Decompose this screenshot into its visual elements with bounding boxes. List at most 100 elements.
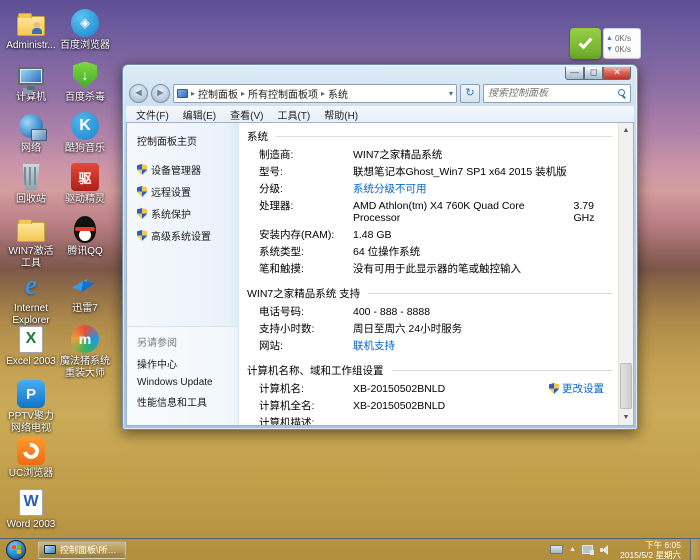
desktop-icon-driver-genius[interactable]: 驱 驱动精灵 — [59, 162, 111, 206]
row-label: 型号: — [259, 166, 353, 178]
net-speed-widget[interactable]: ▲0K/s ▼0K/s — [570, 28, 641, 59]
sidebar-remote-settings[interactable]: 远程设置 — [137, 184, 238, 199]
row-value: 64 位操作系统 — [353, 246, 420, 258]
desktop-icon-mofazhu[interactable]: m 魔法猪系统重装大师 — [59, 324, 111, 380]
ime-icon[interactable] — [550, 545, 563, 554]
desktop-icon-computer[interactable]: 计算机 — [5, 60, 57, 104]
desktop-icon-baidu-browser[interactable]: ◈ 百度浏览器 — [59, 8, 111, 52]
icon-label: 回收站 — [5, 194, 57, 206]
breadcrumb-system[interactable]: 系统 — [328, 86, 348, 101]
pptv-p-icon: P — [16, 379, 46, 409]
icon-label: WIN7激活工具 — [5, 246, 57, 270]
show-hidden-icons-button[interactable]: ▲ — [569, 546, 576, 553]
sidebar-device-manager[interactable]: 设备管理器 — [137, 162, 238, 177]
taskbar-button-control-panel[interactable]: 控制面板\所有控... — [38, 541, 126, 559]
row-label: 系统类型: — [259, 246, 353, 258]
icon-label: 酷狗音乐 — [59, 143, 111, 155]
change-settings-link[interactable]: 更改设置 — [549, 381, 604, 396]
processor-name: AMD Athlon(tm) X4 760K Quad Core Process… — [353, 200, 546, 224]
scrollbar-thumb[interactable] — [620, 363, 632, 409]
download-arrow-icon: ▼ — [606, 44, 613, 55]
desktop-icon-recycle-bin[interactable]: 回收站 — [5, 162, 57, 206]
desktop-icon-administrator[interactable]: Administr... — [5, 8, 57, 52]
sidebar-advanced-settings[interactable]: 高级系统设置 — [137, 228, 238, 243]
row-label: 计算机名: — [259, 383, 353, 395]
change-settings-label: 更改设置 — [562, 381, 604, 396]
desktop-icon-uc-browser[interactable]: UC浏览器 — [5, 436, 57, 480]
word-icon: W — [16, 487, 46, 517]
desktop-icon-internet-explorer[interactable]: e Internet Explorer — [5, 271, 57, 327]
driver-genius-icon: 驱 — [70, 162, 100, 192]
sidebar-item-label: 高级系统设置 — [151, 228, 211, 243]
search-input[interactable] — [488, 88, 618, 99]
sidebar-action-center[interactable]: 操作中心 — [137, 356, 238, 371]
row-label: 安装内存(RAM): — [259, 229, 353, 241]
row-value: 没有可用于此显示器的笔或触控输入 — [353, 263, 521, 275]
desktop-icon-word-2003[interactable]: W Word 2003 — [5, 487, 57, 531]
mofazhu-m-icon: m — [70, 324, 100, 354]
desktop-icon-baidu-antivirus[interactable]: ↓ 百度杀毒 — [59, 60, 111, 104]
breadcrumb-dropdown-icon[interactable]: ▾ — [449, 89, 453, 98]
close-button[interactable]: ✕ — [603, 67, 631, 80]
menu-help[interactable]: 帮助(H) — [324, 107, 358, 122]
chevron-icon: ▸ — [241, 89, 245, 98]
sidebar-performance-tools[interactable]: 性能信息和工具 — [137, 394, 238, 409]
window-icon — [44, 545, 56, 554]
volume-icon[interactable] — [600, 545, 611, 555]
menu-edit[interactable]: 编辑(E) — [183, 107, 216, 122]
desktop-icon-kugou-music[interactable]: K 酷狗音乐 — [59, 111, 111, 155]
recycle-bin-icon — [16, 162, 46, 192]
menu-file[interactable]: 文件(F) — [136, 107, 169, 122]
navigation-bar: ◄ ► ▸ 控制面板 ▸ 所有控制面板项 ▸ 系统 ▾ ↻ — [123, 81, 637, 105]
network-tray-icon[interactable] — [582, 545, 594, 555]
chevron-icon: ▸ — [321, 89, 325, 98]
desktop-icon-win7-activator[interactable]: WIN7激活工具 — [5, 214, 57, 270]
security-check-icon[interactable] — [570, 28, 601, 59]
system-window: — ◻ ✕ ◄ ► ▸ 控制面板 ▸ 所有控制面板项 ▸ 系统 ▾ ↻ 文件(F… — [122, 64, 638, 430]
desktop-icon-tencent-qq[interactable]: 腾讯QQ — [59, 214, 111, 258]
clock-time: 下午 6:05 — [620, 540, 681, 550]
breadcrumb-control-panel[interactable]: 控制面板 — [198, 86, 238, 101]
online-support-link[interactable]: 联机支持 — [353, 340, 395, 352]
icon-label: 腾讯QQ — [59, 246, 111, 258]
tray-clock[interactable]: 下午 6:05 2015/5/2 星期六 — [617, 540, 684, 560]
menu-tools[interactable]: 工具(T) — [277, 107, 310, 122]
minimize-button[interactable]: — — [565, 67, 584, 80]
rating-unavailable-link[interactable]: 系统分级不可用 — [353, 183, 427, 195]
breadcrumb-all-items[interactable]: 所有控制面板项 — [248, 86, 318, 101]
row-label: 网站: — [259, 340, 353, 352]
start-button[interactable] — [6, 540, 26, 560]
desktop-icon-thunder7[interactable]: 迅雷7 — [59, 271, 111, 315]
sidebar-windows-update[interactable]: Windows Update — [137, 377, 238, 388]
sidebar-item-label: 远程设置 — [151, 184, 191, 199]
computer-name-value: XB-20150502BNLD — [353, 383, 445, 395]
thunder-bird-icon — [70, 271, 100, 301]
chevron-icon: ▸ — [191, 89, 195, 98]
back-button[interactable]: ◄ — [129, 84, 148, 103]
window-titlebar[interactable]: — ◻ ✕ — [123, 65, 637, 81]
show-desktop-button[interactable] — [690, 539, 698, 560]
scroll-up-icon[interactable]: ▲ — [619, 123, 633, 138]
scroll-down-icon[interactable]: ▼ — [619, 410, 633, 425]
sidebar-system-protection[interactable]: 系统保护 — [137, 206, 238, 221]
sidebar-see-also-group: 另请参阅 操作中心 Windows Update 性能信息和工具 — [127, 326, 238, 425]
icon-label: Excel 2003 — [5, 356, 57, 368]
menu-view[interactable]: 查看(V) — [230, 107, 263, 122]
desktop-icon-pptv[interactable]: P PPTV聚力 网络电视 — [5, 379, 57, 435]
icon-label: 驱动精灵 — [59, 194, 111, 206]
desktop-icon-excel-2003[interactable]: X Excel 2003 — [5, 324, 57, 368]
refresh-button[interactable]: ↻ — [460, 84, 480, 103]
maximize-button[interactable]: ◻ — [584, 67, 603, 80]
taskbar: 控制面板\所有控... ▲ 下午 6:05 2015/5/2 星期六 — [0, 538, 700, 560]
sidebar-home-link[interactable]: 控制面板主页 — [137, 133, 238, 148]
vertical-scrollbar[interactable]: ▲ ▼ — [618, 123, 633, 425]
uac-shield-icon — [137, 164, 147, 175]
menu-bar: 文件(F) 编辑(E) 查看(V) 工具(T) 帮助(H) — [126, 105, 634, 122]
taskbar-button-label: 控制面板\所有控... — [60, 543, 120, 556]
main-content: 系统 制造商:WIN7之家精品系统 型号:联想笔记本Ghost_Win7 SP1… — [239, 123, 618, 425]
row-value: 400 - 888 - 8888 — [353, 306, 430, 318]
forward-button[interactable]: ► — [151, 84, 170, 103]
desktop-icon-network[interactable]: 网络 — [5, 111, 57, 155]
search-box[interactable] — [483, 84, 631, 103]
breadcrumb[interactable]: ▸ 控制面板 ▸ 所有控制面板项 ▸ 系统 ▾ — [173, 84, 457, 103]
